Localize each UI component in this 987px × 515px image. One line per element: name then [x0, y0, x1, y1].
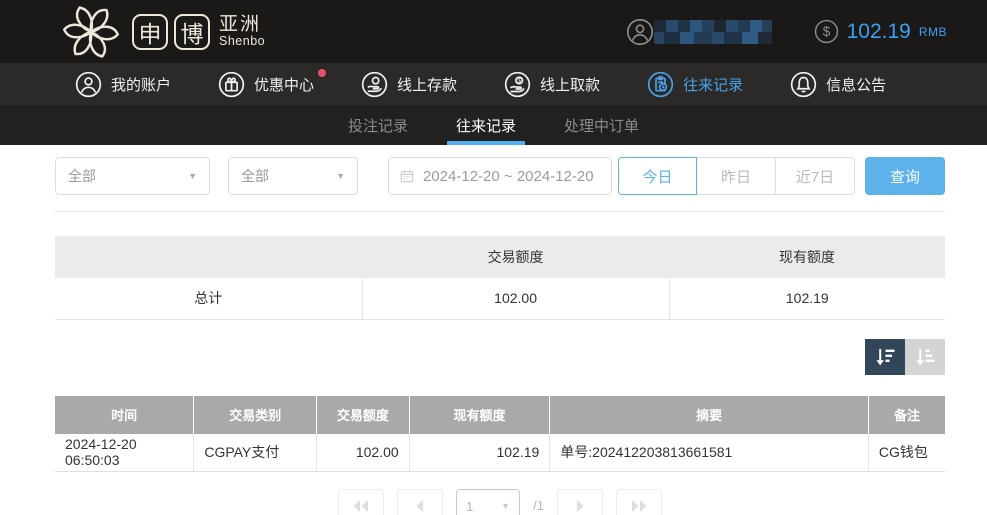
- filter-row: 全部 ▼ 全部 ▼ 2024-12-20 ~ 2024-12-20 今日 昨日 …: [55, 157, 945, 195]
- first-page-button[interactable]: [338, 489, 384, 515]
- quick-date-group: 今日 昨日 近7日: [618, 157, 855, 195]
- nav-item-withdraw[interactable]: $ 线上取款: [504, 71, 600, 98]
- sort-ascending-icon: [913, 345, 937, 369]
- brand-logo[interactable]: 申 博 亚洲 Shenbo: [60, 2, 265, 62]
- double-right-arrow-icon: [631, 500, 647, 512]
- cell-time: 2024-12-20 06:50:03: [55, 434, 194, 472]
- deposit-icon: [361, 71, 388, 98]
- divider: [55, 211, 945, 212]
- summary-total-row: 总计 102.00 102.19: [55, 278, 945, 319]
- next-page-button[interactable]: [557, 489, 603, 515]
- cell-summary: 单号:202412203813661581: [550, 434, 869, 472]
- table-row: 2024-12-20 06:50:03 CGPAY支付 102.00 102.1…: [55, 434, 945, 472]
- nav-item-deposit[interactable]: 线上存款: [361, 71, 457, 98]
- last7days-button[interactable]: 近7日: [776, 157, 855, 195]
- dollar-coin-icon: $: [814, 19, 839, 44]
- tab-bet-records[interactable]: 投注记录: [339, 105, 417, 145]
- summary-table: 交易额度 现有额度 总计 102.00 102.19: [55, 236, 945, 320]
- nav-item-announcements[interactable]: 信息公告: [790, 71, 886, 98]
- main-navbar: 我的账户 优惠中心 线上存款 $ 线上取款: [0, 63, 987, 105]
- gift-icon: [218, 71, 245, 98]
- total-pages: /1: [533, 489, 544, 515]
- summary-header-amount: 交易额度: [362, 236, 669, 278]
- wallet-balance[interactable]: $ 102.19 RMB: [814, 19, 947, 44]
- col-header-time: 时间: [55, 396, 194, 434]
- date-range-value: 2024-12-20 ~ 2024-12-20: [423, 168, 594, 185]
- summary-total-balance: 102.19: [669, 278, 945, 319]
- summary-header-balance: 现有额度: [669, 236, 945, 278]
- col-header-note: 备注: [868, 396, 945, 434]
- col-header-summary: 摘要: [550, 396, 869, 434]
- user-icon: [626, 18, 654, 46]
- account-icon: [75, 71, 102, 98]
- page-select[interactable]: 1 ▼: [456, 489, 520, 515]
- sort-descending-icon: [873, 345, 897, 369]
- redacted-username: [654, 20, 772, 44]
- date-range-input[interactable]: 2024-12-20 ~ 2024-12-20: [388, 157, 612, 195]
- sort-ascending-button[interactable]: [905, 339, 945, 375]
- cell-balance: 102.19: [409, 434, 550, 472]
- col-header-amount: 交易额度: [317, 396, 410, 434]
- table-header-row: 时间 交易类别 交易额度 现有额度 摘要 备注: [55, 396, 945, 434]
- chevron-down-icon: ▼: [188, 171, 197, 181]
- sort-descending-button[interactable]: [865, 339, 905, 375]
- summary-total-amount: 102.00: [362, 278, 669, 319]
- col-header-balance: 现有额度: [409, 396, 550, 434]
- balance-currency: RMB: [919, 25, 947, 39]
- svg-text:$: $: [822, 24, 830, 39]
- record-tabbar: 投注记录 往来记录 处理中订单: [0, 105, 987, 145]
- double-left-arrow-icon: [353, 500, 369, 512]
- withdraw-icon: $: [504, 71, 531, 98]
- cell-note: CG钱包: [868, 434, 945, 472]
- summary-header-empty: [55, 236, 362, 278]
- calendar-icon: [399, 168, 415, 184]
- summary-total-label: 总计: [55, 278, 362, 319]
- type-select[interactable]: 全部 ▼: [228, 157, 358, 195]
- user-account[interactable]: [626, 18, 772, 46]
- cell-type: CGPAY支付: [194, 434, 317, 472]
- main-content: 全部 ▼ 全部 ▼ 2024-12-20 ~ 2024-12-20 今日 昨日 …: [0, 157, 987, 515]
- bell-icon: [790, 71, 817, 98]
- nav-item-transactions[interactable]: 往来记录: [647, 71, 743, 98]
- nav-item-my-account[interactable]: 我的账户: [75, 71, 171, 98]
- logo-char-box: 申: [132, 14, 168, 50]
- transactions-table: 时间 交易类别 交易额度 现有额度 摘要 备注 2024-12-20 06:50…: [55, 396, 945, 473]
- notification-dot: [318, 69, 326, 77]
- balance-amount: 102.19: [847, 20, 911, 44]
- pagination: 1 ▼ /1: [55, 489, 945, 515]
- svg-text:$: $: [518, 77, 522, 84]
- logo-char-box: 博: [174, 14, 210, 50]
- nav-item-promotions[interactable]: 优惠中心: [218, 71, 314, 98]
- last-page-button[interactable]: [616, 489, 662, 515]
- prev-page-button[interactable]: [397, 489, 443, 515]
- today-button[interactable]: 今日: [618, 157, 697, 195]
- chevron-down-icon: ▼: [501, 501, 510, 511]
- summary-header-row: 交易额度 现有额度: [55, 236, 945, 278]
- sort-controls: [55, 339, 945, 375]
- logo-wordmark: 亚洲 Shenbo: [219, 15, 265, 48]
- top-header: 申 博 亚洲 Shenbo $ 102.19 RMB: [0, 0, 987, 63]
- col-header-type: 交易类别: [194, 396, 317, 434]
- tab-transaction-records[interactable]: 往来记录: [447, 105, 525, 145]
- tab-pending-orders[interactable]: 处理中订单: [555, 105, 648, 145]
- flower-logo-icon: [60, 2, 122, 62]
- current-page: 1: [466, 499, 473, 514]
- right-arrow-icon: [572, 500, 588, 512]
- left-arrow-icon: [412, 500, 428, 512]
- category-select[interactable]: 全部 ▼: [55, 157, 210, 195]
- chevron-down-icon: ▼: [336, 171, 345, 181]
- cell-amount: 102.00: [317, 434, 410, 472]
- yesterday-button[interactable]: 昨日: [697, 157, 776, 195]
- search-button[interactable]: 查询: [865, 157, 945, 195]
- records-icon: [647, 71, 674, 98]
